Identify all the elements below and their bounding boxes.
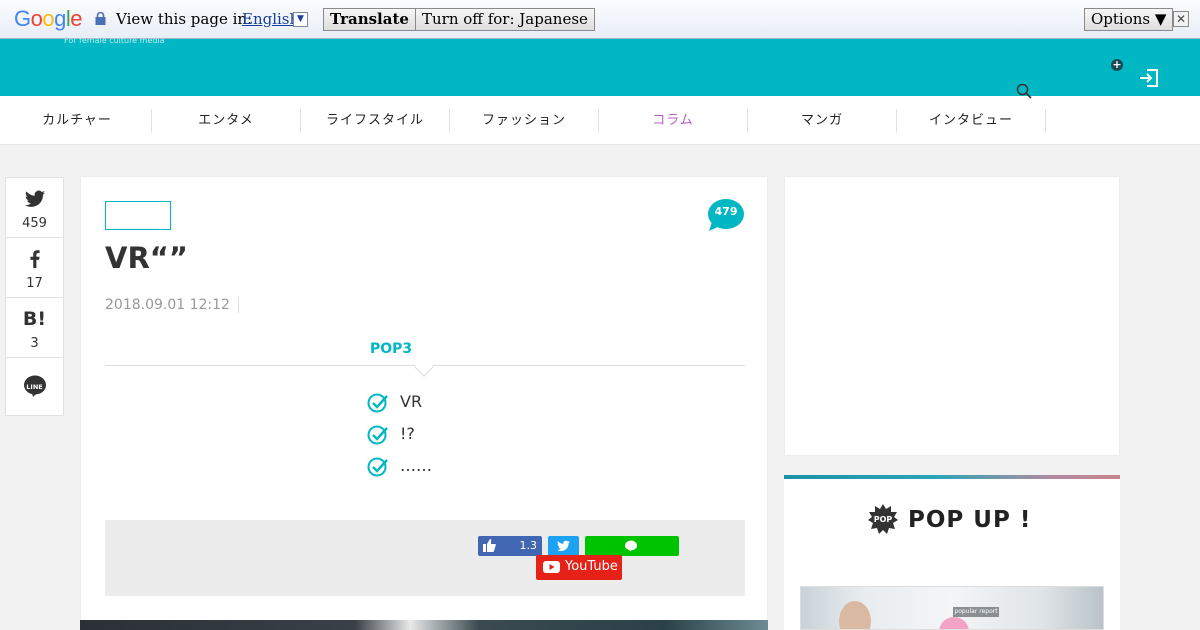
point-text: …… — [400, 456, 432, 475]
pop-up-section: POP POP UP ! popular report — [784, 475, 1120, 630]
hatena-share-count: 3 — [30, 336, 39, 351]
close-icon[interactable]: ✕ — [1173, 11, 1189, 27]
article-title: VR“” — [105, 241, 188, 275]
nav-item-manga[interactable]: マンガ — [748, 109, 897, 133]
thumbnail-person — [839, 601, 871, 629]
check-circle-icon — [367, 425, 388, 445]
main-nav: カルチャー エンタメ ライフスタイル ファッション コラム マンガ インタビュー — [0, 83, 1200, 145]
site-tagline: For female culture media — [64, 36, 165, 45]
pop-badge-label: POP — [873, 515, 893, 524]
thumbnail-tag: popular report — [953, 607, 999, 617]
google-logo: Google — [14, 6, 83, 31]
facebook-share-count: 17 — [26, 276, 43, 291]
facebook-like-count: 1.3 — [519, 539, 538, 552]
translate-bar: Google View this page in: English ▼ Tran… — [0, 0, 1200, 39]
nav-item-interview[interactable]: インタビュー — [897, 109, 1046, 133]
pop-up-accent-bar — [784, 475, 1120, 479]
point-text: VR — [400, 392, 423, 411]
translate-button[interactable]: Translate — [323, 8, 416, 31]
twitter-icon — [24, 190, 46, 207]
youtube-icon — [543, 561, 560, 573]
plus-icon[interactable]: + — [1111, 59, 1123, 71]
view-page-label: View this page in: — [116, 10, 253, 28]
article-date: 2018.09.01 12:12 — [105, 297, 239, 313]
pop-up-title: POP UP ! — [908, 507, 1032, 533]
social-buttons-box: 1.3 YouTube — [105, 520, 745, 596]
article-hero-image — [80, 620, 768, 630]
youtube-label: YouTube — [565, 559, 618, 574]
pop-up-thumbnail[interactable]: popular report — [800, 586, 1104, 630]
options-button[interactable]: Options ▼ — [1084, 8, 1174, 31]
turn-off-button[interactable]: Turn off for: Japanese — [415, 8, 595, 31]
search-icon[interactable] — [1016, 83, 1032, 99]
comment-count: 479 — [714, 205, 738, 218]
point-text: !? — [400, 424, 415, 443]
article-card: 479 VR“” 2018.09.01 12:12 POP3 VR !? …… … — [80, 176, 768, 630]
twitter-share-button[interactable]: 459 — [6, 178, 63, 238]
twitter-share-count: 459 — [22, 216, 47, 231]
line-share-button[interactable]: LINE — [6, 358, 63, 415]
language-link[interactable]: English — [242, 10, 299, 28]
lock-icon — [95, 12, 106, 25]
thumbs-up-icon — [483, 539, 496, 552]
facebook-icon — [30, 250, 40, 269]
hatena-icon: B! — [22, 308, 47, 330]
facebook-like-button[interactable]: 1.3 — [478, 536, 542, 556]
nav-item-column[interactable]: コラム — [599, 109, 748, 133]
twitter-icon — [557, 540, 570, 552]
nav-item-entertainment[interactable]: エンタメ — [152, 109, 301, 133]
category-tag[interactable] — [105, 201, 171, 230]
line-share-button[interactable] — [585, 536, 679, 556]
nav-item-culture[interactable]: カルチャー — [3, 109, 152, 133]
hatena-share-button[interactable]: B! 3 — [6, 298, 63, 358]
sidebar-ad-slot — [784, 176, 1120, 456]
thumbnail-graphic — [939, 617, 969, 629]
twitter-tweet-button[interactable] — [548, 536, 579, 556]
check-circle-icon — [367, 393, 388, 413]
points-heading: POP3 — [370, 341, 413, 357]
nav-item-lifestyle[interactable]: ライフスタイル — [301, 109, 450, 133]
language-dropdown-icon[interactable]: ▼ — [293, 12, 308, 27]
login-icon[interactable] — [1138, 67, 1160, 89]
line-icon — [625, 540, 637, 552]
nav-item-fashion[interactable]: ファッション — [450, 109, 599, 133]
youtube-subscribe-button[interactable]: YouTube — [536, 555, 622, 580]
facebook-share-button[interactable]: 17 — [6, 238, 63, 298]
line-icon-label: LINE — [26, 383, 43, 391]
share-column: 459 17 B! 3 LINE — [5, 177, 64, 416]
points-divider-notch — [414, 357, 434, 377]
check-circle-icon — [367, 457, 388, 477]
